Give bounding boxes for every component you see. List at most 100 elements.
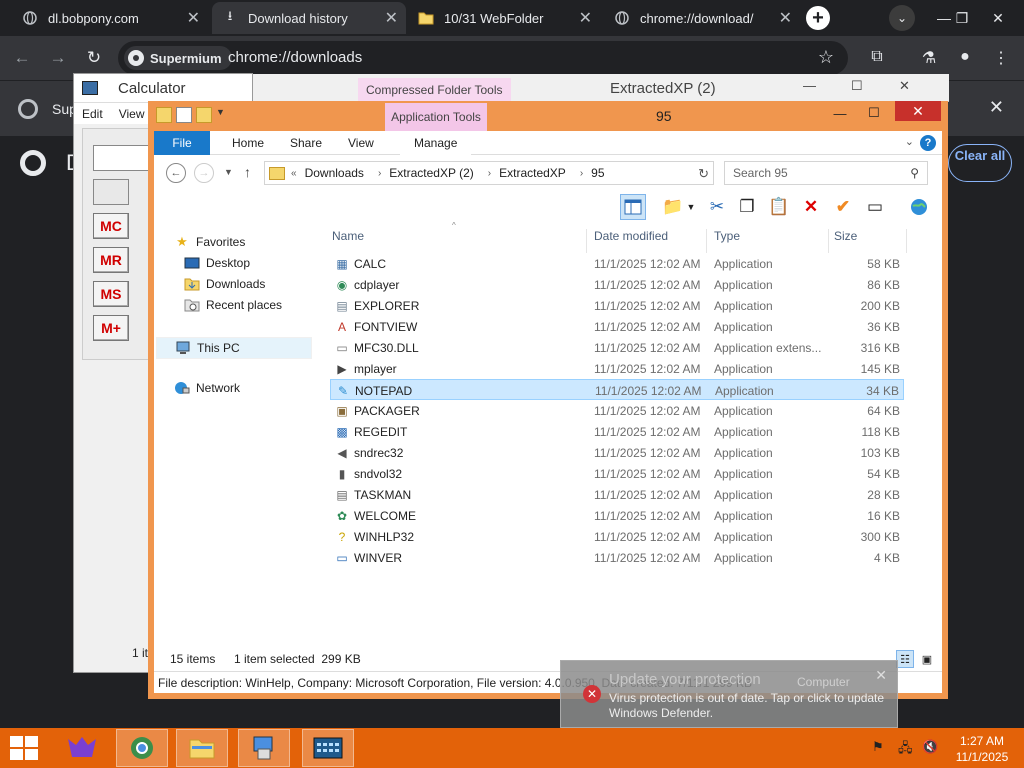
new-folder-icon[interactable] (196, 107, 212, 123)
breadcrumb-item[interactable]: Downloads (305, 166, 364, 180)
maximize-button[interactable]: ☐ (851, 78, 863, 94)
search-input[interactable]: Search 95 ⚲ (724, 161, 928, 185)
reload-button[interactable]: ↻ (82, 46, 106, 70)
overflow-chevron-icon[interactable]: « (291, 168, 297, 179)
nav-network[interactable]: Network (174, 381, 240, 395)
properties-icon[interactable] (176, 107, 192, 123)
profile-icon[interactable]: ● (954, 48, 976, 66)
folder-icon[interactable] (156, 107, 172, 123)
delete-icon[interactable]: ✕ (798, 194, 824, 220)
file-row[interactable]: ◀ sndrec32 11/1/2025 12:02 AM Application 10… (330, 442, 904, 463)
close-icon[interactable]: ✕ (187, 8, 200, 28)
back-button[interactable]: ← (10, 46, 34, 70)
close-icon[interactable]: ✕ (989, 97, 1004, 118)
file-row[interactable]: ✎ NOTEPAD 11/1/2025 12:02 AM Application 34 … (330, 379, 904, 400)
properties-icon[interactable]: 📁 (660, 194, 686, 220)
globe-icon[interactable] (906, 194, 932, 220)
file-row[interactable]: ▤ TASKMAN 11/1/2025 12:02 AM Application 28 … (330, 484, 904, 505)
menu-edit[interactable]: Edit (74, 107, 111, 121)
column-type[interactable]: Type (714, 229, 740, 243)
file-row[interactable]: ◉ cdplayer 11/1/2025 12:02 AM Application 86… (330, 274, 904, 295)
compressed-folder-tools-tab[interactable]: Compressed Folder Tools (358, 78, 511, 102)
column-size[interactable]: Size (834, 229, 857, 243)
maximize-button[interactable]: ☐ (860, 103, 888, 123)
file-row[interactable]: ▶ mplayer 11/1/2025 12:02 AM Application 145… (330, 358, 904, 379)
tab-manage[interactable]: Manage (400, 131, 472, 155)
breadcrumb-item[interactable]: ExtractedXP (2) (389, 166, 473, 180)
nav-desktop[interactable]: Desktop (184, 256, 250, 270)
column-name[interactable]: Name (332, 229, 364, 243)
help-icon[interactable]: ? (920, 135, 936, 151)
taskbar-setup-icon[interactable] (238, 729, 290, 767)
cut-icon[interactable]: ✂ (704, 194, 730, 220)
site-chip[interactable]: Supermium (124, 46, 232, 70)
labs-icon[interactable]: ⚗ (918, 48, 940, 68)
star-icon[interactable]: ☆ (818, 47, 834, 68)
back-button[interactable]: ← (166, 163, 186, 183)
paste-icon[interactable]: 📋 (766, 194, 792, 220)
application-tools-tab[interactable]: Application Tools (385, 103, 487, 131)
chevron-down-icon[interactable]: ▼ (684, 194, 698, 220)
menu-view[interactable]: View (111, 107, 153, 121)
recent-locations-chevron-icon[interactable]: ▼ (224, 167, 233, 177)
chevron-down-icon[interactable]: ⌄ (905, 135, 914, 148)
refresh-icon[interactable]: ↻ (698, 166, 709, 182)
network-icon[interactable]: 🖧 (898, 739, 913, 761)
chevron-down-icon[interactable]: ▼ (216, 107, 232, 123)
tab-search-button[interactable]: ⌄ (889, 5, 915, 31)
file-row[interactable]: A FONTVIEW 11/1/2025 12:02 AM Application 36… (330, 316, 904, 337)
tab-dl-bobpony[interactable]: dl.bobpony.com ✕ (12, 2, 208, 34)
address-bar[interactable]: Supermium chrome://downloads ☆ (118, 41, 848, 75)
chevron-right-icon[interactable]: › (580, 168, 583, 179)
tab-webfolder[interactable]: 10/31 WebFolder ✕ (408, 2, 600, 34)
ms-button[interactable]: MS (93, 281, 129, 307)
chevron-right-icon[interactable]: › (378, 168, 381, 179)
file-row[interactable]: ▩ REGEDIT 11/1/2025 12:02 AM Application 118… (330, 421, 904, 442)
taskbar-app-launcher-icon[interactable] (56, 729, 108, 767)
forward-button[interactable]: → (194, 163, 214, 183)
restore-button[interactable]: ❐ (944, 0, 980, 36)
close-button[interactable]: ✕ (895, 101, 941, 121)
tab-file[interactable]: File (154, 131, 210, 155)
nav-recent-places[interactable]: Recent places (184, 298, 282, 312)
file-row[interactable]: ▤ EXPLORER 11/1/2025 12:02 AM Application 20… (330, 295, 904, 316)
taskbar-browser-icon[interactable] (116, 729, 168, 767)
file-row[interactable]: ✿ WELCOME 11/1/2025 12:02 AM Application 16 … (330, 505, 904, 526)
large-icons-view-icon[interactable]: ▣ (918, 650, 936, 668)
volume-icon[interactable]: 🔇 (922, 739, 938, 755)
flag-icon[interactable]: ⚑ (872, 739, 884, 755)
notification-toast[interactable]: Update your protection Computer ✕ ✕ Viru… (560, 660, 898, 728)
menu-icon[interactable]: ⋮ (990, 48, 1012, 68)
tab-chrome-download[interactable]: chrome://download/ ✕ (604, 2, 800, 34)
file-row[interactable]: ▣ PACKAGER 11/1/2025 12:02 AM Application 64… (330, 400, 904, 421)
file-row[interactable]: ▭ WINVER 11/1/2025 12:02 AM Application 4 KB (330, 547, 904, 568)
tab-home[interactable]: Home (218, 131, 278, 155)
forward-button[interactable]: → (46, 46, 70, 70)
rename-check-icon[interactable]: ✔ (830, 194, 856, 220)
breadcrumb[interactable]: « Downloads › ExtractedXP (2) › Extracte… (264, 161, 714, 185)
up-arrow-icon[interactable]: ↑ (244, 164, 251, 180)
extensions-icon[interactable]: ⧉ (866, 48, 888, 66)
file-row[interactable]: ▦ CALC 11/1/2025 12:02 AM Application 58 KB (330, 253, 904, 274)
close-button[interactable]: ✕ (899, 78, 910, 94)
file-row[interactable]: ▮ sndvol32 11/1/2025 12:02 AM Application 54… (330, 463, 904, 484)
file-row[interactable]: ▭ MFC30.DLL 11/1/2025 12:02 AM Application … (330, 337, 904, 358)
close-icon[interactable]: ✕ (579, 8, 592, 28)
details-view-icon[interactable]: ☷ (896, 650, 914, 668)
taskbar-file-explorer-icon[interactable] (176, 729, 228, 767)
start-button[interactable] (10, 736, 38, 760)
tab-download-history[interactable]: ⭳ Download history ✕ (212, 2, 406, 34)
copy-icon[interactable]: ❐ (734, 194, 760, 220)
minimize-button[interactable]: — (826, 103, 854, 123)
nav-downloads[interactable]: Downloads (184, 277, 265, 291)
minimize-button[interactable]: — (803, 78, 816, 93)
properties-card-icon[interactable]: ▭ (862, 194, 888, 220)
system-clock[interactable]: 1:27 AM 11/1/2025 (954, 733, 1010, 765)
mc-button[interactable]: MC (93, 213, 129, 239)
tab-share[interactable]: Share (276, 131, 336, 155)
file-row[interactable]: ? WINHLP32 11/1/2025 12:02 AM Application 30… (330, 526, 904, 547)
chevron-right-icon[interactable]: › (488, 168, 491, 179)
close-icon[interactable]: ✕ (385, 8, 398, 28)
clear-all-button[interactable]: Clear all (948, 144, 1012, 182)
breadcrumb-item[interactable]: 95 (591, 166, 604, 180)
